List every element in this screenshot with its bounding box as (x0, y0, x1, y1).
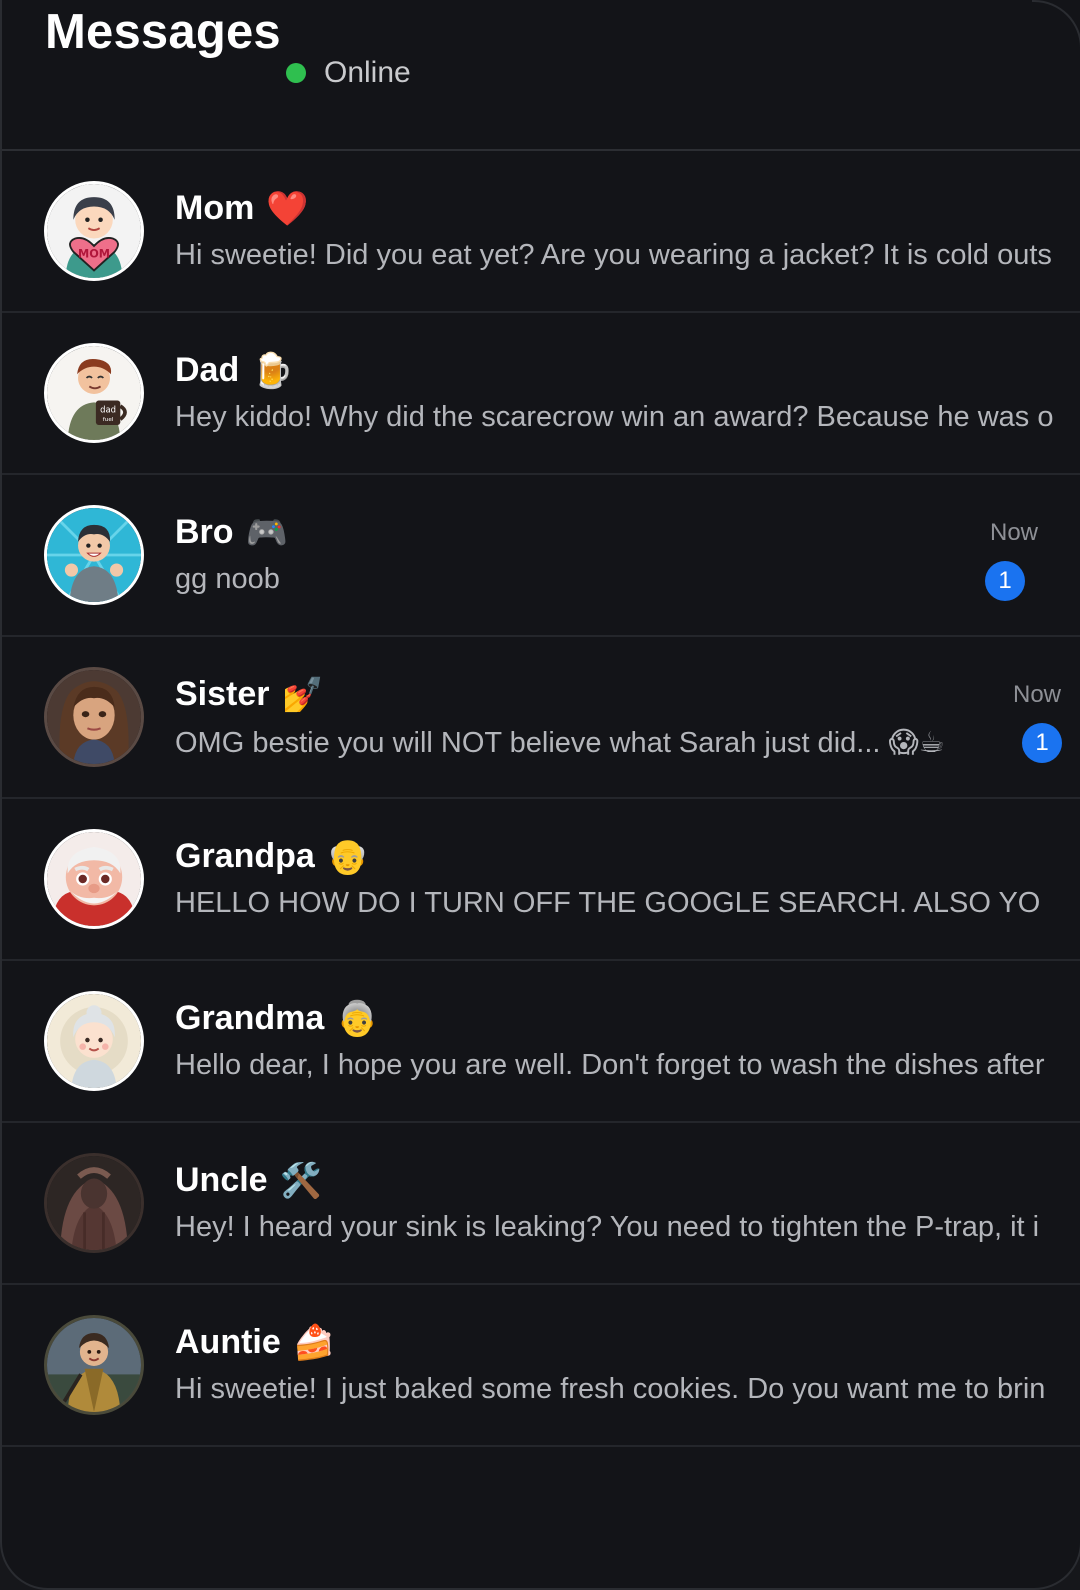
auntie-avatar-icon (44, 1315, 144, 1415)
message-preview: Hi sweetie! I just baked some fresh cook… (175, 1373, 1046, 1405)
conversation-row-sister[interactable]: Sister 💅 OMG bestie you will NOT believe… (2, 637, 1080, 799)
heart-icon: ❤️ (266, 188, 309, 229)
uncle-avatar-icon (44, 1153, 144, 1253)
message-time: Now (989, 519, 1038, 546)
message-preview: HELLO HOW DO I TURN OFF THE GOOGLE SEARC… (175, 887, 1041, 919)
svg-text:MOM: MOM (78, 247, 110, 260)
hammer-wrench-icon: 🛠️ (279, 1160, 322, 1201)
old-woman-icon: 👵 (336, 998, 379, 1039)
bro-gamer-avatar-icon (44, 505, 144, 605)
header: Messages Online (2, 0, 1080, 151)
conversation-row-bro[interactable]: Bro 🎮 gg noob Now 1 (2, 475, 1080, 637)
beer-mug-icon: 🍺 (251, 350, 294, 391)
contact-name: Grandpa (175, 837, 315, 875)
conversation-row-mom[interactable]: MOM Mom ❤️ Hi sweetie! Did you eat yet? … (2, 151, 1080, 313)
conversation-row-grandpa[interactable]: Grandpa 👴 HELLO HOW DO I TURN OFF THE GO… (2, 799, 1080, 961)
messages-screen: Messages Online MOM Mom ❤️ Hi sweetie! D… (0, 0, 1080, 1590)
online-status: Online (286, 56, 411, 90)
svg-text:fuel: fuel (103, 417, 114, 423)
conversation-row-grandma[interactable]: Grandma 👵 Hello dear, I hope you are wel… (2, 961, 1080, 1123)
status-label: Online (324, 56, 411, 89)
page-title: Messages (45, 5, 281, 59)
contact-name: Mom (175, 189, 255, 227)
message-preview: Hi sweetie! Did you eat yet? Are you wea… (175, 239, 1052, 271)
conversation-row-uncle[interactable]: Uncle 🛠️ Hey! I heard your sink is leaki… (2, 1123, 1080, 1285)
sister-avatar-icon (44, 667, 144, 767)
unread-badge: 1 (1022, 723, 1062, 763)
contact-name: Auntie (175, 1323, 281, 1361)
message-preview: gg noob (175, 563, 280, 595)
message-preview: Hey kiddo! Why did the scarecrow win an … (175, 401, 1054, 433)
svg-text:dad: dad (100, 405, 116, 415)
message-preview: OMG bestie you will NOT believe what Sar… (175, 727, 945, 759)
message-preview: Hello dear, I hope you are well. Don't f… (175, 1049, 1045, 1081)
message-time: Now (1013, 681, 1062, 708)
conversation-row-auntie[interactable]: Auntie 🍰 Hi sweetie! I just baked some f… (2, 1285, 1080, 1447)
grandpa-avatar-icon (44, 829, 144, 929)
cake-slice-icon: 🍰 (292, 1322, 336, 1363)
old-man-icon: 👴 (326, 836, 370, 877)
conversation-list: MOM Mom ❤️ Hi sweetie! Did you eat yet? … (2, 151, 1080, 1447)
grandma-avatar-icon (44, 991, 144, 1091)
contact-name: Sister (175, 675, 270, 713)
contact-name: Dad (175, 351, 240, 389)
contact-name: Grandma (175, 999, 325, 1037)
unread-badge: 1 (985, 561, 1025, 601)
message-preview: Hey! I heard your sink is leaking? You n… (175, 1211, 1040, 1243)
mom-heart-avatar-icon: MOM (44, 181, 144, 281)
conversation-row-dad[interactable]: dad fuel Dad 🍺 Hey kiddo! Why did the sc… (2, 313, 1080, 475)
nail-polish-icon: 💅 (281, 674, 324, 715)
dad-mug-avatar-icon: dad fuel (44, 343, 144, 443)
online-dot-icon (286, 63, 306, 83)
contact-name: Bro (175, 513, 234, 551)
contact-name: Uncle (175, 1161, 268, 1199)
game-controller-icon: 🎮 (245, 512, 288, 553)
